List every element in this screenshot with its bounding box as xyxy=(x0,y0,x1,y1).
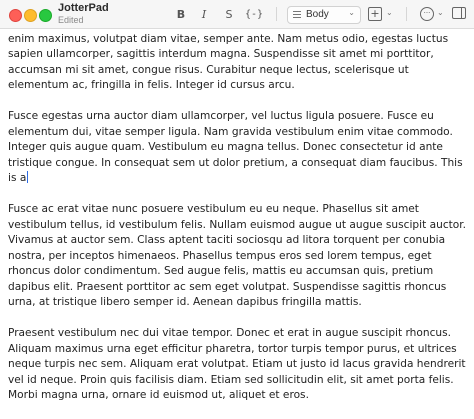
paragraph-text: Fusce egestas urna auctor diam ullamcorp… xyxy=(8,110,463,184)
bold-button[interactable]: B xyxy=(174,6,188,22)
text-caret xyxy=(27,171,29,183)
sidebar-toggle-icon[interactable] xyxy=(452,7,466,19)
paragraph: Praesent vestibulum nec dui vitae tempor… xyxy=(8,327,466,401)
minimize-window-button[interactable] xyxy=(24,9,37,22)
paragraph-lines-icon xyxy=(293,11,301,20)
code-button[interactable]: {-} xyxy=(245,6,263,22)
insert-button[interactable]: + xyxy=(368,7,382,21)
paragraph: Fusce ac erat vitae nunc posuere vestibu… xyxy=(8,203,467,308)
chevron-down-icon[interactable]: ⌄ xyxy=(437,8,444,17)
strikethrough-button[interactable]: S xyxy=(223,6,235,22)
paragraph-style-select[interactable]: Body ⌄ xyxy=(287,6,361,24)
paragraph-style-value: Body xyxy=(306,9,329,20)
close-window-button[interactable] xyxy=(9,9,22,22)
paragraph: Fusce egestas urna auctor diam ullamcorp… xyxy=(8,109,470,187)
window-titlebar: JotterPad Edited B I S {-} Body ⌄ + ⌄ ··… xyxy=(0,0,474,29)
document-editor[interactable]: porta felis. Morbi magna urna, ornare id… xyxy=(8,16,470,419)
app-title: JotterPad xyxy=(58,2,109,14)
toolbar-divider xyxy=(276,7,277,21)
document-status: Edited xyxy=(58,15,84,25)
maximize-window-button[interactable] xyxy=(39,9,52,22)
chevron-down-icon[interactable]: ⌄ xyxy=(386,8,393,17)
italic-button[interactable]: I xyxy=(198,6,210,22)
toolbar-divider xyxy=(406,7,407,21)
more-options-button[interactable]: ··· xyxy=(420,7,434,21)
chevron-down-icon: ⌄ xyxy=(348,8,355,17)
